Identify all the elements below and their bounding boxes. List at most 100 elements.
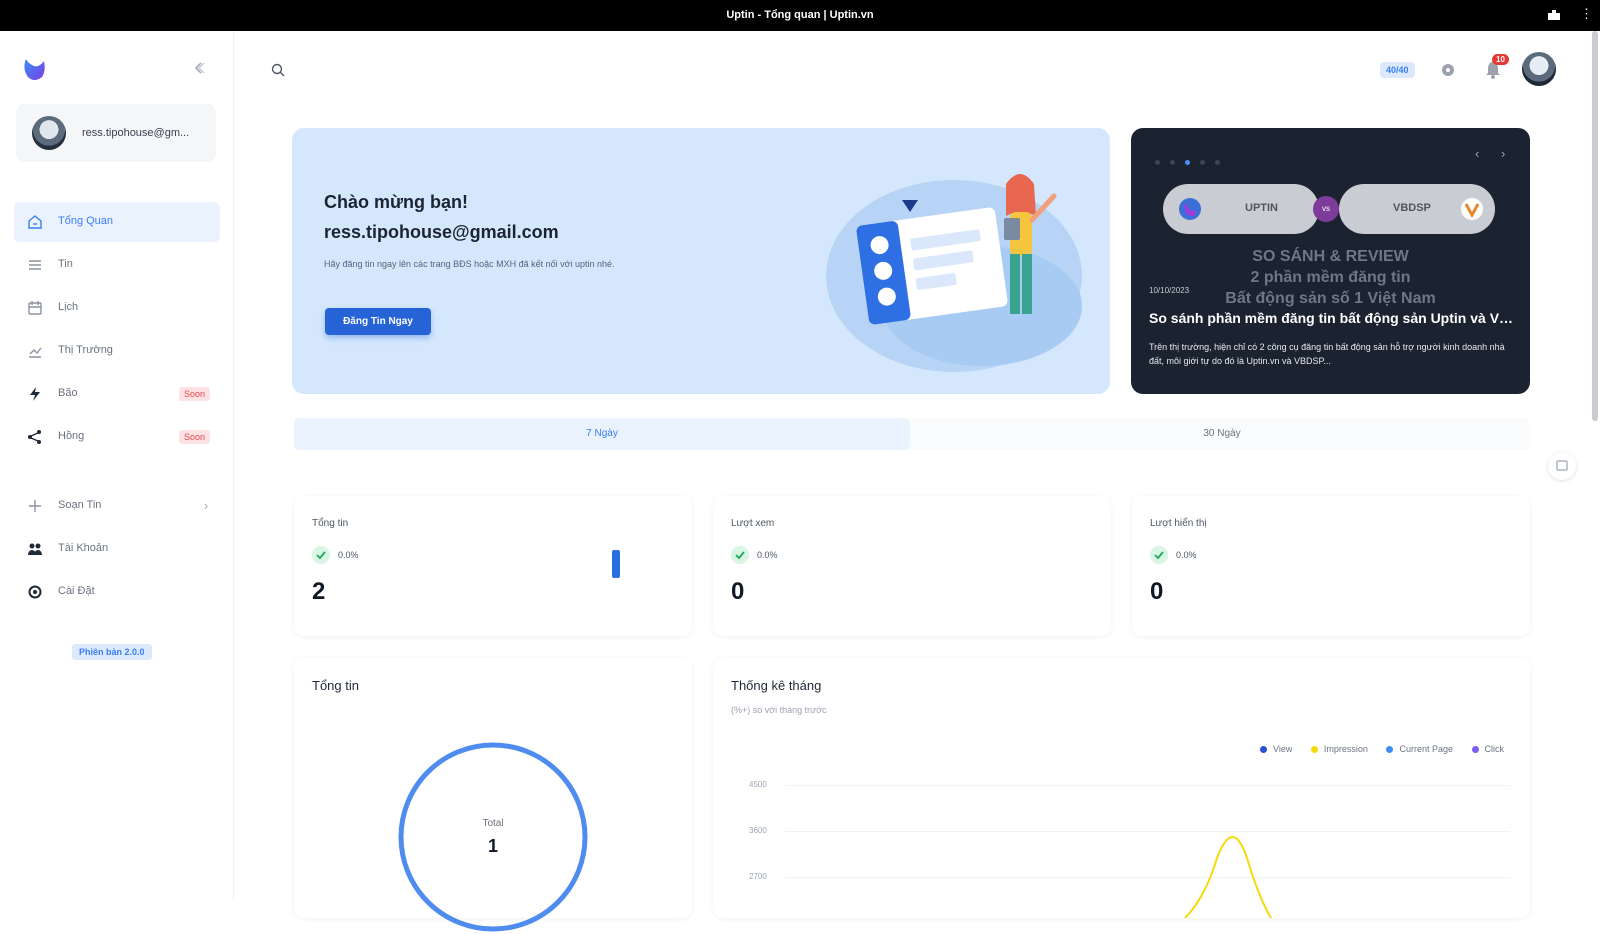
chevron-right-icon: › — [204, 499, 208, 513]
news-date: 10/10/2023 — [1149, 286, 1190, 295]
calendar-icon — [28, 301, 42, 315]
avatar — [32, 116, 66, 150]
sidebar-item-label: Soạn Tin — [58, 499, 102, 511]
total-posts-card: Tổng tin Total 1 — [294, 658, 692, 932]
sidebar-item-label: Tin — [58, 258, 73, 270]
sidebar-item-label: Tài Khoản — [58, 542, 109, 554]
plus-icon — [29, 500, 41, 512]
check-icon — [731, 546, 749, 564]
sidebar-item-storm[interactable]: Bão Soon — [14, 374, 220, 414]
tab-30-days[interactable]: 30 Ngày — [914, 418, 1530, 450]
users-icon — [28, 543, 42, 555]
headline-line: SO SÁNH & REVIEW — [1252, 248, 1409, 265]
news-right-brand: VBDSP — [1393, 202, 1431, 214]
card-subtitle: (%+) so với tháng trước — [731, 705, 827, 715]
vs-badge: vs — [1313, 196, 1339, 222]
welcome-greeting: Chào mừng bạn! — [324, 192, 469, 212]
carousel-dot[interactable] — [1170, 160, 1175, 165]
stat-value: 0 — [731, 578, 745, 605]
extension-icon[interactable] — [1546, 8, 1562, 22]
uptin-logo — [1179, 198, 1201, 220]
sidebar-item-market[interactable]: Thị Trường — [14, 331, 220, 371]
help-icon[interactable] — [1440, 62, 1456, 78]
news-title[interactable]: So sánh phần mềm đăng tin bất động sản U… — [1149, 310, 1519, 326]
carousel-dot[interactable] — [1200, 160, 1205, 165]
credit-badge[interactable]: 40/40 — [1380, 62, 1415, 78]
welcome-banner: Chào mừng bạn! ress.tipohouse@gmail.com … — [292, 128, 1110, 394]
donut-center-value: 1 — [488, 836, 498, 856]
home-icon — [28, 215, 42, 229]
uptin-logo[interactable] — [20, 55, 48, 83]
y-tick-label: 4500 — [749, 780, 767, 789]
monthly-stats-card: Thống kê tháng (%+) so với tháng trước V… — [713, 658, 1530, 918]
sidebar-item-label: Thị Trường — [58, 344, 113, 356]
carousel-dot[interactable] — [1185, 160, 1190, 165]
sidebar-item-label: Cài Đặt — [58, 585, 95, 597]
sidebar-item-accounts[interactable]: Tài Khoản — [14, 529, 220, 569]
floating-action-button[interactable] — [1548, 452, 1576, 480]
post-now-button[interactable]: Đăng Tin Ngay — [325, 308, 431, 335]
stat-label: Lượt xem — [731, 518, 775, 529]
sidebar-item-posts[interactable]: Tin — [14, 245, 220, 285]
sidebar-item-label: Hồng — [58, 430, 85, 442]
line-chart — [1184, 836, 1272, 918]
welcome-illustration — [826, 174, 1082, 372]
sidebar-item-share[interactable]: Hồng Soon — [14, 417, 220, 457]
stat-card-impressions: Lượt hiển thị 0.0% 0 — [1132, 496, 1530, 636]
notification-count-badge: 10 — [1492, 54, 1509, 65]
carousel-dots[interactable] — [1155, 152, 1230, 170]
donut-center-label: Total — [482, 818, 503, 829]
screen-icon — [1556, 460, 1568, 471]
headline-line: Bất động sản số 1 Việt Nam — [1225, 290, 1436, 307]
sidebar-item-label: Tổng Quan — [58, 215, 114, 227]
window-titlebar: Uptin - Tổng quan | Uptin.vn ⋮ — [0, 0, 1600, 31]
stat-value: 2 — [312, 578, 326, 605]
series-line-impression — [1184, 836, 1272, 918]
list-icon — [29, 260, 41, 270]
sidebar-item-compose[interactable]: Soạn Tin › — [14, 486, 220, 526]
chart-icon — [29, 347, 42, 358]
gear-icon — [28, 585, 42, 599]
card-title: Thống kê tháng — [731, 678, 822, 693]
carousel-prev-icon[interactable]: ‹ — [1475, 146, 1479, 161]
check-icon — [312, 546, 330, 564]
sidebar-item-calendar[interactable]: Lịch — [14, 288, 220, 328]
news-carousel[interactable]: ‹ › UPTIN vs VBDSP SO SÁNH & REVIEW 2 ph… — [1131, 128, 1530, 394]
lightning-icon — [30, 387, 40, 401]
collapse-sidebar-icon[interactable] — [192, 61, 206, 75]
news-left-brand: UPTIN — [1245, 202, 1278, 214]
sidebar: ress.tipohouse@gm... Tổng Quan Tin Lịch … — [0, 31, 234, 900]
mini-bar — [612, 550, 620, 578]
stat-label: Lượt hiển thị — [1150, 518, 1207, 529]
tab-7-days[interactable]: 7 Ngày — [294, 418, 910, 450]
stat-change: 0.0% — [1176, 550, 1197, 560]
sidebar-item-settings[interactable]: Cài Đặt — [14, 572, 220, 612]
y-tick-label: 3600 — [749, 826, 767, 835]
stat-label: Tổng tin — [312, 518, 349, 529]
carousel-dot[interactable] — [1155, 160, 1160, 165]
news-headline: SO SÁNH & REVIEW 2 phần mềm đăng tin Bất… — [1131, 246, 1530, 309]
version-badge: Phiên bản 2.0.0 — [72, 644, 152, 660]
sidebar-item-label: Bão — [58, 387, 78, 399]
user-email: ress.tipohouse@gm... — [82, 127, 190, 139]
sidebar-item-overview[interactable]: Tổng Quan — [14, 202, 220, 242]
check-icon — [1150, 546, 1168, 564]
scrollbar[interactable] — [1592, 31, 1598, 421]
avatar[interactable] — [1522, 52, 1556, 86]
stat-card-total-posts: Tổng tin 0.0% 2 — [294, 496, 692, 636]
news-summary: Trên thị trường, hiện chỉ có 2 công cụ đ… — [1149, 342, 1505, 366]
carousel-dot[interactable] — [1215, 160, 1220, 165]
stat-change: 0.0% — [338, 550, 359, 560]
vbdsp-logo — [1461, 198, 1483, 220]
welcome-description: Hãy đăng tin ngay lên các trang BĐS hoặc… — [324, 259, 615, 269]
date-range-tabs: 7 Ngày 30 Ngày — [294, 418, 1530, 450]
search-icon[interactable] — [270, 62, 286, 78]
stat-value: 0 — [1150, 578, 1164, 605]
share-icon — [28, 430, 41, 444]
user-card[interactable]: ress.tipohouse@gm... — [16, 104, 216, 162]
vbdsp-pill: VBDSP — [1339, 184, 1495, 234]
uptin-pill: UPTIN — [1163, 184, 1319, 234]
carousel-next-icon[interactable]: › — [1501, 146, 1505, 161]
kebab-menu-icon[interactable]: ⋮ — [1580, 7, 1593, 21]
card-title: Tổng tin — [312, 678, 359, 693]
